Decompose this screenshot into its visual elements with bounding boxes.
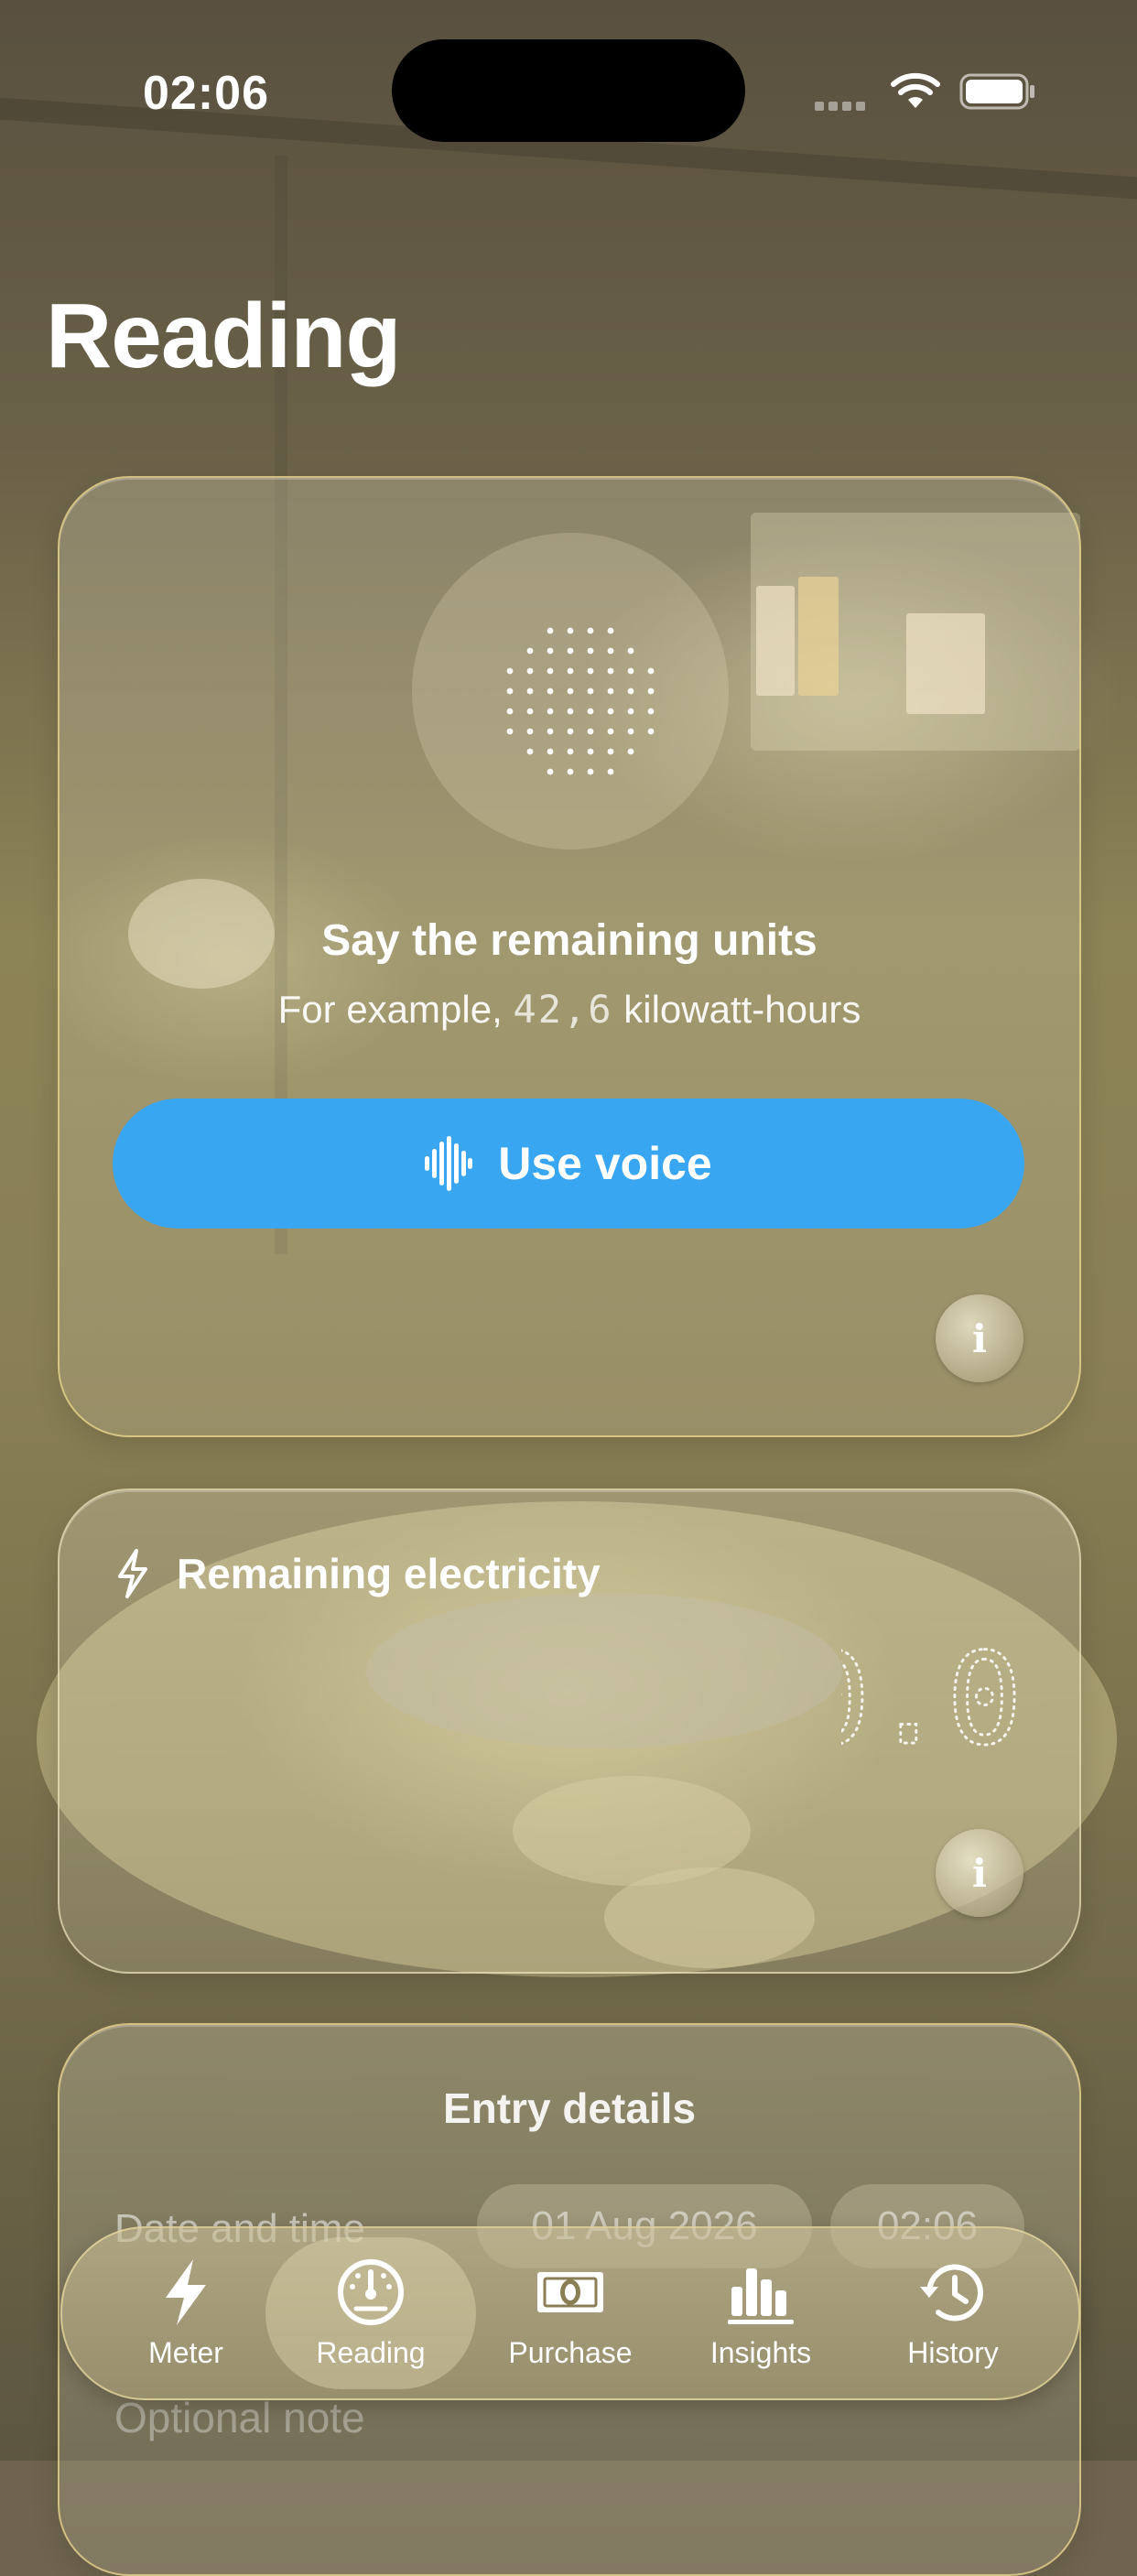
info-icon: i (972, 1315, 987, 1361)
tab-label: History (907, 2336, 999, 2369)
grid-dot (567, 768, 574, 775)
grid-dot (526, 708, 534, 715)
tab-meter[interactable]: Meter (81, 2237, 291, 2389)
tab-history[interactable]: History (848, 2237, 1058, 2389)
subtitle-example-number: 42,6 (513, 987, 613, 1032)
grid-dot (647, 687, 655, 695)
grid-dot (587, 748, 594, 755)
grid-dot (567, 748, 574, 755)
subtitle-prefix: For example, (277, 988, 514, 1031)
grid-dot (627, 708, 634, 715)
use-voice-label: Use voice (498, 1138, 712, 1189)
grid-dot (587, 667, 594, 675)
wifi-icon (891, 72, 940, 108)
grid-dot (607, 687, 614, 695)
tab-bar: Meter Reading Purchase Insights History (60, 2226, 1080, 2400)
grid-dot (547, 627, 554, 634)
grid-dot (547, 748, 554, 755)
chart-bars-icon (728, 2268, 794, 2324)
tab-purchase[interactable]: Purchase (465, 2237, 676, 2389)
grid-dot (587, 728, 594, 735)
grid-dot (607, 627, 614, 634)
grid-dot (627, 687, 634, 695)
voice-card-subtitle: For example, 42,6 kilowatt-hours (60, 987, 1079, 1032)
info-icon: i (972, 1850, 987, 1896)
grid-dot (547, 667, 554, 675)
grid-dot (647, 708, 655, 715)
grid-dot (547, 768, 554, 775)
voice-level-indicator (412, 533, 729, 850)
grid-dot (627, 748, 634, 755)
bolt-icon (118, 1549, 147, 1598)
tab-label: Reading (316, 2336, 426, 2369)
status-bar: 02:06 (0, 0, 1137, 183)
grid-dot (607, 748, 614, 755)
grid-dot (567, 728, 574, 735)
banknote-icon (537, 2272, 603, 2312)
bolt-icon (166, 2259, 206, 2325)
tab-label: Purchase (508, 2336, 633, 2369)
grid-dot (607, 667, 614, 675)
remaining-electricity-card: Remaining electricity 0.0 i (58, 1488, 1081, 1974)
grid-dot (567, 647, 574, 655)
cellular-signal-icon (815, 99, 872, 111)
voice-input-card: Say the remaining units For example, 42,… (58, 476, 1081, 1437)
grid-dot (526, 667, 534, 675)
history-clock-icon (920, 2264, 983, 2322)
grid-dot (547, 728, 554, 735)
gauge-icon (338, 2259, 404, 2325)
grid-dot (587, 687, 594, 695)
grid-dot (547, 647, 554, 655)
grid-dot (547, 687, 554, 695)
grid-dot (506, 687, 514, 695)
grid-dot (607, 647, 614, 655)
grid-dot (607, 708, 614, 715)
grid-dot (567, 687, 574, 695)
grid-dot (567, 708, 574, 715)
tab-insights[interactable]: Insights (655, 2237, 866, 2389)
grid-dot (506, 667, 514, 675)
grid-dot (526, 647, 534, 655)
grid-dot (506, 728, 514, 735)
grid-dot (567, 667, 574, 675)
grid-dot (587, 627, 594, 634)
tab-label: Insights (709, 2336, 812, 2369)
grid-dot (526, 748, 534, 755)
subtitle-suffix: kilowatt-hours (612, 988, 861, 1031)
grid-dot (506, 708, 514, 715)
voice-card-title: Say the remaining units (321, 916, 818, 965)
grid-dot (526, 687, 534, 695)
tab-label: Meter (148, 2336, 223, 2369)
grid-dot (647, 728, 655, 735)
grid-dot (567, 627, 574, 634)
entry-details-title: Entry details (442, 2084, 697, 2132)
grid-dot (607, 768, 614, 775)
grid-dot (647, 667, 655, 675)
grid-dot (526, 728, 534, 735)
grid-dot (627, 728, 634, 735)
note-field[interactable]: Optional note (114, 2393, 365, 2442)
dynamic-island (392, 39, 745, 142)
remaining-value: 0.0 (841, 1644, 1023, 1763)
dot-grid-icon (506, 627, 655, 775)
page-title: Reading (46, 285, 401, 387)
grid-dot (607, 728, 614, 735)
voice-info-button[interactable]: i (936, 1294, 1023, 1382)
remaining-header: Remaining electricity (114, 1549, 601, 1598)
waveform-icon (425, 1136, 473, 1191)
grid-dot (547, 708, 554, 715)
remaining-title: Remaining electricity (177, 1550, 601, 1597)
grid-dot (587, 768, 594, 775)
tab-reading[interactable]: Reading (265, 2237, 476, 2389)
grid-dot (587, 708, 594, 715)
grid-dot (627, 647, 634, 655)
status-time: 02:06 (143, 67, 269, 120)
grid-dot (627, 667, 634, 675)
remaining-info-button[interactable]: i (936, 1829, 1023, 1917)
remaining-value-display: 0.0 (841, 1644, 1024, 1763)
use-voice-button[interactable]: Use voice (113, 1099, 1024, 1228)
battery-icon (959, 73, 1034, 110)
grid-dot (587, 647, 594, 655)
